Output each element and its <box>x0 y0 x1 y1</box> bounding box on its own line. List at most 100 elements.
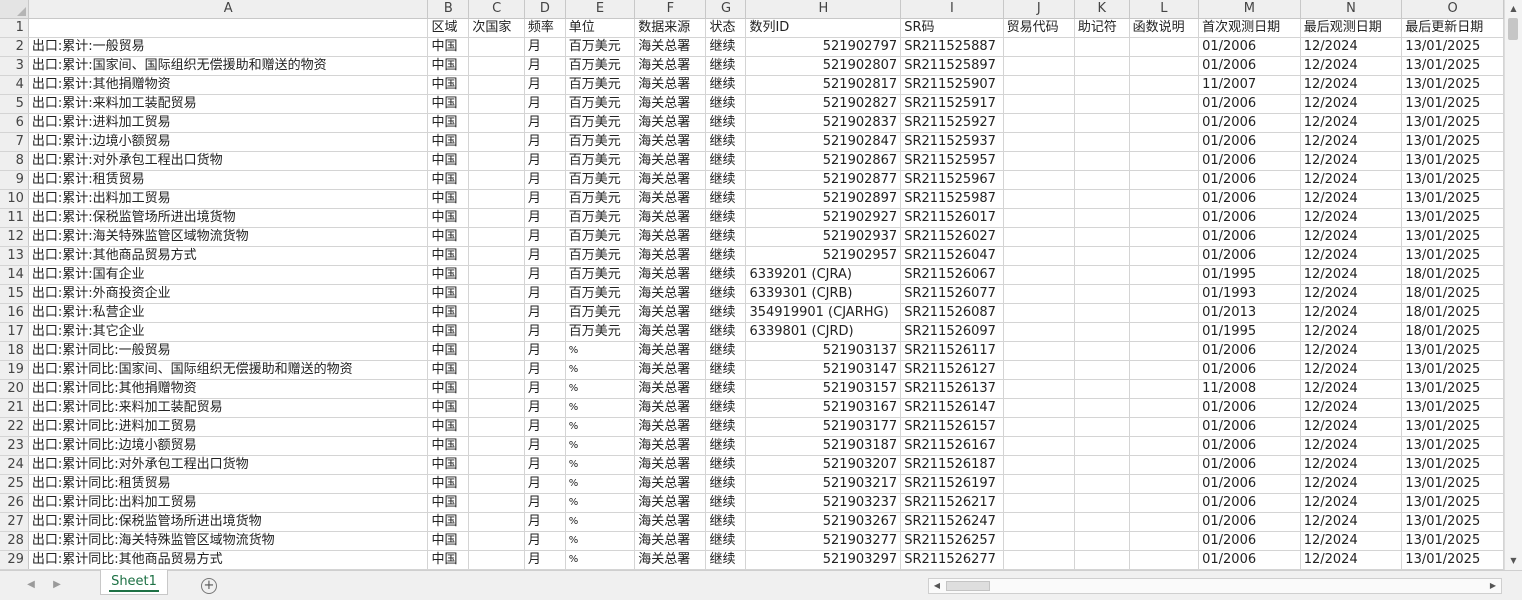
series-name-cell[interactable]: 出口:累计同比:来料加工装配贸易 <box>28 398 429 418</box>
row-header[interactable]: 19 <box>0 360 29 380</box>
mnemonic-cell[interactable] <box>1074 56 1130 76</box>
column-letter-o[interactable]: O <box>1401 0 1504 19</box>
status-cell[interactable]: 继续 <box>705 94 747 114</box>
last-obs-cell[interactable]: 12/2024 <box>1300 75 1403 95</box>
last-obs-cell[interactable]: 12/2024 <box>1300 379 1403 399</box>
header-cell[interactable]: 频率 <box>524 18 566 38</box>
status-cell[interactable]: 继续 <box>705 474 747 494</box>
source-cell[interactable]: 海关总署 <box>634 360 707 380</box>
first-obs-cell[interactable]: 01/2006 <box>1198 474 1301 494</box>
row-header[interactable]: 24 <box>0 455 29 475</box>
trade-code-cell[interactable] <box>1003 512 1075 532</box>
last-obs-cell[interactable]: 12/2024 <box>1300 531 1403 551</box>
trade-code-cell[interactable] <box>1003 170 1075 190</box>
trade-code-cell[interactable] <box>1003 37 1075 57</box>
unit-cell[interactable]: 百万美元 <box>565 37 636 57</box>
function-desc-cell[interactable] <box>1129 246 1200 266</box>
last-updated-cell[interactable]: 18/01/2025 <box>1401 303 1504 323</box>
vertical-scroll-thumb[interactable] <box>1508 18 1518 40</box>
series-id-cell[interactable]: 521902837 <box>745 113 902 133</box>
unit-cell[interactable]: 百万美元 <box>565 75 636 95</box>
trade-code-cell[interactable] <box>1003 246 1075 266</box>
first-obs-cell[interactable]: 01/2006 <box>1198 512 1301 532</box>
sr-code-cell[interactable]: SR211526197 <box>900 474 1004 494</box>
row-header[interactable]: 12 <box>0 227 29 247</box>
unit-cell[interactable]: % <box>565 455 636 475</box>
trade-code-cell[interactable] <box>1003 303 1075 323</box>
source-cell[interactable]: 海关总署 <box>634 227 707 247</box>
last-updated-cell[interactable]: 13/01/2025 <box>1401 550 1504 570</box>
sr-code-cell[interactable]: SR211525897 <box>900 56 1004 76</box>
mnemonic-cell[interactable] <box>1074 37 1130 57</box>
trade-code-cell[interactable] <box>1003 341 1075 361</box>
function-desc-cell[interactable] <box>1129 550 1200 570</box>
sub-country-cell[interactable] <box>468 284 525 304</box>
first-obs-cell[interactable]: 11/2007 <box>1198 75 1301 95</box>
row-header[interactable]: 27 <box>0 512 29 532</box>
source-cell[interactable]: 海关总署 <box>634 512 707 532</box>
mnemonic-cell[interactable] <box>1074 436 1130 456</box>
status-cell[interactable]: 继续 <box>705 37 747 57</box>
series-name-cell[interactable]: 出口:累计同比:其他捐赠物资 <box>28 379 429 399</box>
row-header[interactable]: 25 <box>0 474 29 494</box>
sub-country-cell[interactable] <box>468 379 525 399</box>
function-desc-cell[interactable] <box>1129 170 1200 190</box>
first-obs-cell[interactable]: 01/1995 <box>1198 322 1301 342</box>
column-letter-g[interactable]: G <box>705 0 747 19</box>
source-cell[interactable]: 海关总署 <box>634 56 707 76</box>
frequency-cell[interactable]: 月 <box>524 170 566 190</box>
series-id-cell[interactable]: 521903177 <box>745 417 902 437</box>
series-id-cell[interactable]: 521903207 <box>745 455 902 475</box>
status-cell[interactable]: 继续 <box>705 341 747 361</box>
region-cell[interactable]: 中国 <box>427 37 470 57</box>
mnemonic-cell[interactable] <box>1074 455 1130 475</box>
unit-cell[interactable]: 百万美元 <box>565 322 636 342</box>
first-obs-cell[interactable]: 01/2006 <box>1198 151 1301 171</box>
sheet-tab-sheet1[interactable]: Sheet1 <box>100 570 168 595</box>
last-updated-cell[interactable]: 13/01/2025 <box>1401 360 1504 380</box>
sub-country-cell[interactable] <box>468 56 525 76</box>
unit-cell[interactable]: % <box>565 341 636 361</box>
spreadsheet-grid[interactable]: ABCDEFGHIJKLMNO 1 区域 次国家 频率 单位 数据来源 状态 数列ID SR码贸… <box>0 0 1504 570</box>
last-obs-cell[interactable]: 12/2024 <box>1300 189 1403 209</box>
last-updated-cell[interactable]: 13/01/2025 <box>1401 94 1504 114</box>
source-cell[interactable]: 海关总署 <box>634 550 707 570</box>
status-cell[interactable]: 继续 <box>705 227 747 247</box>
last-obs-cell[interactable]: 12/2024 <box>1300 436 1403 456</box>
series-id-cell[interactable]: 521902937 <box>745 227 902 247</box>
region-cell[interactable]: 中国 <box>427 322 470 342</box>
source-cell[interactable]: 海关总署 <box>634 265 707 285</box>
series-id-cell[interactable]: 521902807 <box>745 56 902 76</box>
region-cell[interactable]: 中国 <box>427 132 470 152</box>
last-obs-cell[interactable]: 12/2024 <box>1300 94 1403 114</box>
trade-code-cell[interactable] <box>1003 398 1075 418</box>
function-desc-cell[interactable] <box>1129 284 1200 304</box>
series-name-cell[interactable]: 出口:累计:来料加工装配贸易 <box>28 94 429 114</box>
first-obs-cell[interactable]: 01/1993 <box>1198 284 1301 304</box>
region-cell[interactable]: 中国 <box>427 550 470 570</box>
status-cell[interactable]: 继续 <box>705 113 747 133</box>
sub-country-cell[interactable] <box>468 246 525 266</box>
frequency-cell[interactable]: 月 <box>524 189 566 209</box>
sub-country-cell[interactable] <box>468 493 525 513</box>
source-cell[interactable]: 海关总署 <box>634 75 707 95</box>
unit-cell[interactable]: 百万美元 <box>565 113 636 133</box>
row-header[interactable]: 16 <box>0 303 29 323</box>
mnemonic-cell[interactable] <box>1074 113 1130 133</box>
select-all-corner[interactable] <box>0 0 29 19</box>
last-obs-cell[interactable]: 12/2024 <box>1300 227 1403 247</box>
trade-code-cell[interactable] <box>1003 436 1075 456</box>
sr-code-cell[interactable]: SR211526157 <box>900 417 1004 437</box>
unit-cell[interactable]: 百万美元 <box>565 151 636 171</box>
last-updated-cell[interactable]: 13/01/2025 <box>1401 189 1504 209</box>
sub-country-cell[interactable] <box>468 417 525 437</box>
row-header[interactable]: 7 <box>0 132 29 152</box>
series-name-cell[interactable]: 出口:累计:其他商品贸易方式 <box>28 246 429 266</box>
header-cell[interactable]: 最后更新日期 <box>1401 18 1504 38</box>
last-obs-cell[interactable]: 12/2024 <box>1300 265 1403 285</box>
first-obs-cell[interactable]: 01/2006 <box>1198 94 1301 114</box>
function-desc-cell[interactable] <box>1129 379 1200 399</box>
series-name-cell[interactable]: 出口:累计同比:一般贸易 <box>28 341 429 361</box>
status-cell[interactable]: 继续 <box>705 379 747 399</box>
first-obs-cell[interactable]: 01/2006 <box>1198 56 1301 76</box>
